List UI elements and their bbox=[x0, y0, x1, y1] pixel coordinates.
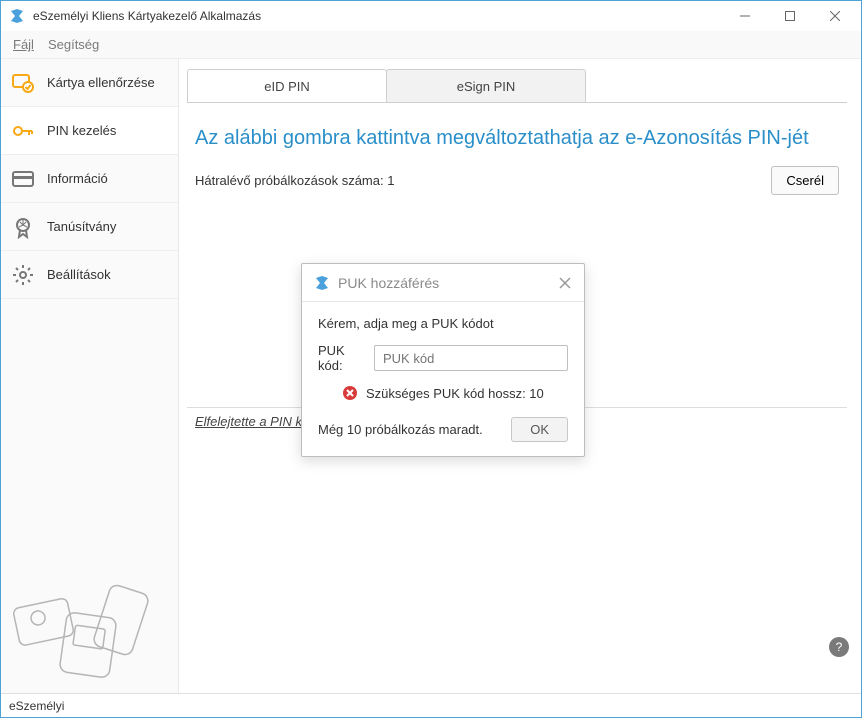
menu-help[interactable]: Segítség bbox=[48, 37, 99, 52]
sidebar-item-label: Beállítások bbox=[47, 267, 111, 282]
dialog-prompt: Kérem, adja meg a PUK kódot bbox=[318, 316, 568, 331]
menubar: Fájl Segítség bbox=[1, 31, 861, 59]
dialog-attempts-left: Még 10 próbálkozás maradt. bbox=[318, 422, 501, 437]
gear-icon bbox=[11, 263, 35, 287]
section-headline: Az alábbi gombra kattintva megváltoztath… bbox=[195, 125, 847, 152]
sidebar-item-label: PIN kezelés bbox=[47, 123, 116, 138]
puk-input[interactable] bbox=[374, 345, 568, 371]
sidebar-item-settings[interactable]: Beállítások bbox=[1, 251, 178, 299]
status-text: eSzemélyi bbox=[9, 699, 64, 713]
app-logo-icon bbox=[9, 8, 25, 24]
sidebar-item-label: Tanúsítvány bbox=[47, 219, 116, 234]
sidebar-item-certificate[interactable]: Tanúsítvány bbox=[1, 203, 178, 251]
sidebar-item-pin-management[interactable]: PIN kezelés bbox=[1, 107, 178, 155]
dialog-titlebar: PUK hozzáférés bbox=[302, 264, 584, 302]
minimize-button[interactable] bbox=[722, 1, 767, 31]
certificate-icon bbox=[11, 215, 35, 239]
dialog-logo-icon bbox=[314, 275, 330, 291]
key-icon bbox=[11, 119, 35, 143]
dialog-title: PUK hozzáférés bbox=[338, 275, 550, 291]
sidebar-item-label: Kártya ellenőrzése bbox=[47, 75, 155, 90]
change-button[interactable]: Cserél bbox=[771, 166, 839, 195]
tab-eid-pin[interactable]: eID PIN bbox=[187, 69, 387, 103]
tab-esign-pin[interactable]: eSign PIN bbox=[386, 69, 586, 103]
window-title: eSzemélyi Kliens Kártyakezelő Alkalmazás bbox=[33, 9, 714, 23]
menu-file[interactable]: Fájl bbox=[13, 37, 34, 52]
sidebar-item-info[interactable]: Információ bbox=[1, 155, 178, 203]
puk-field-label: PUK kód: bbox=[318, 343, 366, 373]
puk-dialog: PUK hozzáférés Kérem, adja meg a PUK kód… bbox=[301, 263, 585, 457]
titlebar: eSzemélyi Kliens Kártyakezelő Alkalmazás bbox=[1, 1, 861, 31]
attempts-label: Hátralévő próbálkozások száma: 1 bbox=[195, 173, 394, 188]
tab-underline bbox=[187, 102, 847, 103]
attempts-row: Hátralévő próbálkozások száma: 1 Cserél bbox=[187, 166, 847, 195]
body: Kártya ellenőrzése PIN kezelés Informáci… bbox=[1, 59, 861, 693]
puk-field-row: PUK kód: bbox=[318, 343, 568, 373]
sidebar: Kártya ellenőrzése PIN kezelés Informáci… bbox=[1, 59, 179, 693]
maximize-button[interactable] bbox=[767, 1, 812, 31]
window-controls bbox=[722, 1, 857, 31]
error-icon bbox=[342, 385, 358, 401]
tab-label: eSign PIN bbox=[457, 79, 516, 94]
dialog-body: Kérem, adja meg a PUK kódot PUK kód: Szü… bbox=[302, 302, 584, 409]
sidebar-illustration bbox=[1, 563, 178, 693]
sidebar-item-label: Információ bbox=[47, 171, 108, 186]
error-row: Szükséges PUK kód hossz: 10 bbox=[318, 385, 568, 401]
card-check-icon bbox=[11, 71, 35, 95]
statusbar: eSzemélyi bbox=[1, 693, 861, 717]
dialog-footer: Még 10 próbálkozás maradt. OK bbox=[302, 409, 584, 456]
help-button[interactable]: ? bbox=[829, 637, 849, 657]
tabs: eID PIN eSign PIN bbox=[187, 69, 847, 103]
ok-button[interactable]: OK bbox=[511, 417, 568, 442]
sidebar-item-card-check[interactable]: Kártya ellenőrzése bbox=[1, 59, 178, 107]
tab-label: eID PIN bbox=[264, 79, 310, 94]
dialog-close-button[interactable] bbox=[558, 276, 572, 290]
close-button[interactable] bbox=[812, 1, 857, 31]
error-message: Szükséges PUK kód hossz: 10 bbox=[366, 386, 544, 401]
card-icon bbox=[11, 167, 35, 191]
